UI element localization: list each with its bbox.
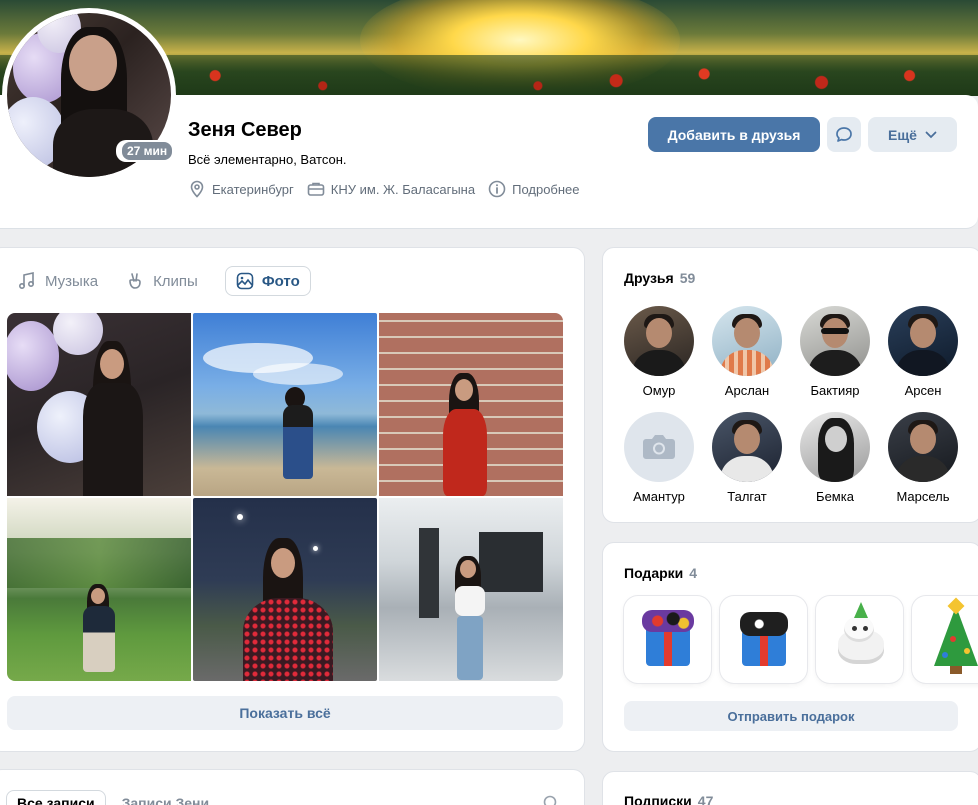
chevron-down-icon xyxy=(925,131,937,138)
photo-grid xyxy=(7,313,563,683)
friend-item[interactable]: Амантур xyxy=(624,412,694,504)
photo-icon xyxy=(236,272,254,290)
message-button[interactable] xyxy=(827,117,861,152)
friend-item[interactable]: Омур xyxy=(624,306,694,398)
send-gift-button[interactable]: Отправить подарок xyxy=(624,701,958,731)
friend-item[interactable]: Марсель xyxy=(888,412,958,504)
friends-title[interactable]: Друзья 59 xyxy=(624,270,695,286)
briefcase-icon xyxy=(307,182,325,196)
friend-item[interactable]: Арслан xyxy=(712,306,782,398)
subscriptions-title[interactable]: Подписки 47 xyxy=(624,793,713,805)
photo-thumbnail[interactable] xyxy=(379,313,563,496)
photo-thumbnail[interactable] xyxy=(193,498,377,681)
university-info[interactable]: КНУ им. Ж. Баласагына xyxy=(307,180,475,198)
friends-list: Омур Арслан Бактияр Арсен Амантур Талгат xyxy=(624,306,978,504)
tab-all-posts[interactable]: Все записи xyxy=(6,790,106,805)
friends-count: 59 xyxy=(679,270,696,286)
profile-status: Всё элементарно, Ватсон. xyxy=(188,152,347,167)
camera-placeholder-icon xyxy=(643,435,675,459)
music-note-icon xyxy=(18,272,35,290)
photo-thumbnail[interactable] xyxy=(193,313,377,496)
gifts-title[interactable]: Подарки 4 xyxy=(624,565,697,581)
photo-thumbnail[interactable] xyxy=(379,498,563,681)
photo-thumbnail[interactable] xyxy=(7,313,191,496)
clips-hand-icon xyxy=(129,273,141,289)
gifts-count: 4 xyxy=(689,565,698,581)
more-button[interactable]: Ещё xyxy=(868,117,957,152)
gift-item[interactable] xyxy=(816,596,903,683)
university-label: КНУ им. Ж. Баласагына xyxy=(330,181,476,197)
gift-item[interactable] xyxy=(912,596,978,683)
city-label: Екатеринбург xyxy=(212,181,294,197)
show-all-photos-button[interactable]: Показать всё xyxy=(7,696,563,730)
search-icon[interactable] xyxy=(543,795,559,805)
photo-thumbnail[interactable] xyxy=(7,498,191,681)
add-friend-button[interactable]: Добавить в друзья xyxy=(648,117,820,152)
more-label: Ещё xyxy=(888,126,917,143)
friend-avatar xyxy=(624,306,694,376)
friend-avatar xyxy=(888,306,958,376)
info-icon xyxy=(488,180,506,198)
profile-info-row: Екатеринбург КНУ им. Ж. Баласагына Подро… xyxy=(188,180,593,198)
friend-avatar xyxy=(888,412,958,482)
tab-clips[interactable]: Клипы xyxy=(125,266,198,296)
gifts-list xyxy=(624,596,978,683)
gift-item[interactable] xyxy=(624,596,711,683)
friend-avatar xyxy=(712,412,782,482)
tab-music[interactable]: Музыка xyxy=(17,266,98,296)
friend-avatar xyxy=(800,412,870,482)
city-info[interactable]: Екатеринбург xyxy=(188,180,294,198)
friend-avatar xyxy=(624,412,694,482)
tab-own-posts[interactable]: Записи Зени xyxy=(122,795,210,805)
profile-name: Зеня Север xyxy=(188,119,302,141)
details-link[interactable]: Подробнее xyxy=(488,180,580,198)
gift-item[interactable] xyxy=(720,596,807,683)
subscriptions-count: 47 xyxy=(697,793,714,805)
friend-avatar xyxy=(800,306,870,376)
message-bubble-icon xyxy=(836,126,852,142)
friend-item[interactable]: Талгат xyxy=(712,412,782,504)
friend-item[interactable]: Арсен xyxy=(888,306,958,398)
tab-photo[interactable]: Фото xyxy=(224,266,311,296)
media-tabs: Музыка Клипы Фото xyxy=(17,266,338,296)
friend-avatar xyxy=(712,306,782,376)
details-label: Подробнее xyxy=(512,181,580,197)
friend-item[interactable]: Бактияр xyxy=(800,306,870,398)
wall-tabs: Все записи Записи Зени xyxy=(6,790,225,805)
friend-item[interactable]: Бемка xyxy=(800,412,870,504)
online-badge: 27 мин xyxy=(116,140,179,162)
location-pin-icon xyxy=(190,180,204,198)
